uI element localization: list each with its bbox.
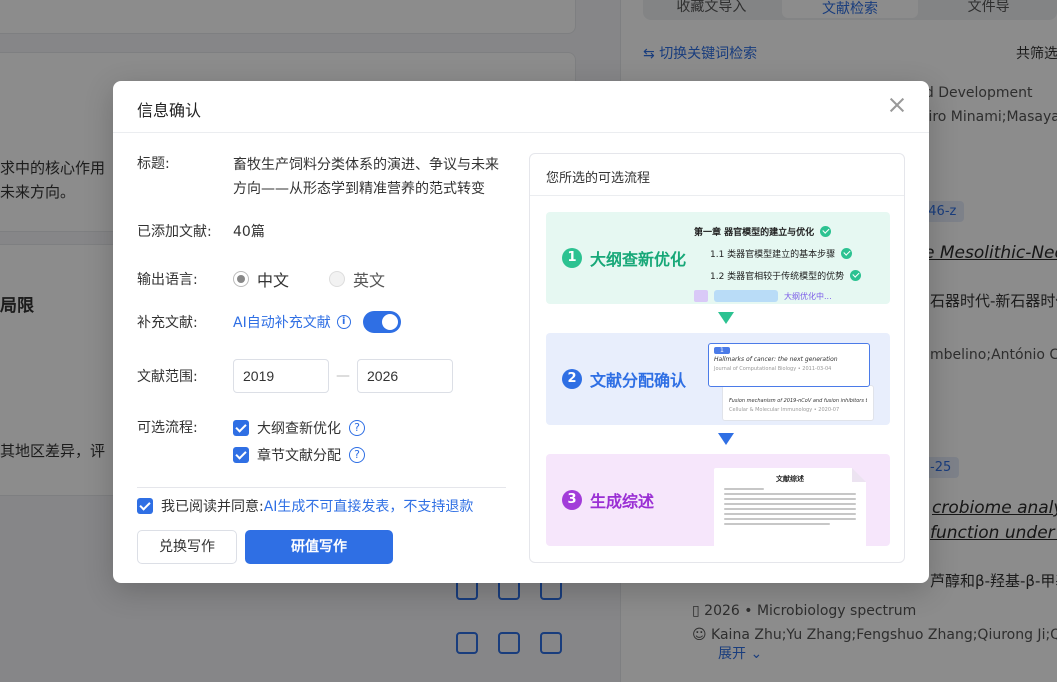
title-label: 标题: <box>137 156 170 172</box>
step-name: 生成综述 <box>590 492 655 511</box>
ai-optimizing-text: 大纲优化中... <box>784 291 832 301</box>
agree-prefix: 我已阅读并同意: <box>161 499 264 515</box>
title-row: 标题: 畜牧生产饲料分类体系的演进、争议与未来方向——从形态学到精准营养的范式转… <box>137 153 505 201</box>
step-number: 1 <box>562 248 582 268</box>
outline-preview: 第一章 器官模型的建立与优化 1.1 类器官模型建立的基本步骤 1.2 类器官相… <box>694 220 884 304</box>
flow-step-3: 3 生成综述 文献综述 <box>546 454 890 546</box>
ai-supplement-toggle[interactable] <box>362 311 401 333</box>
radio-chinese[interactable]: 中文 <box>233 267 289 291</box>
step-number: 2 <box>562 369 582 389</box>
outline-section: 1.1 类器官模型建立的基本步骤 <box>694 242 884 264</box>
ai-supplement-label: AI自动补充文献 <box>233 315 331 331</box>
reference-title: Fusion mechanism of 2019-nCoV and fusion… <box>729 398 867 404</box>
title-value: 畜牧生产饲料分类体系的演进、争议与未来方向——从形态学到精准营养的范式转变 <box>233 157 499 197</box>
flow-option-allocation: 章节文献分配 ? <box>233 444 365 466</box>
close-icon[interactable] <box>887 95 907 115</box>
divider <box>137 487 506 488</box>
output-language-row: 输出语言: 中文 英文 <box>137 267 385 291</box>
dialog-header: 信息确认 <box>113 81 929 133</box>
redeem-write-button[interactable]: 兑换写作 <box>137 530 237 564</box>
placeholder-block <box>694 290 708 302</box>
text-line <box>724 488 764 490</box>
agreement-row: 我已阅读并同意: AI生成不可直接发表，不支持退款 <box>137 496 473 516</box>
outline-section-text: 1.2 类器官相较于传统模型的优势 <box>710 271 845 282</box>
reference-meta: Cellular & Molecular Immunology • 2020-0… <box>729 407 840 413</box>
help-icon[interactable]: ? <box>349 420 365 436</box>
arrow-down-icon <box>718 312 734 324</box>
text-line <box>724 503 856 505</box>
range-separator: — <box>336 368 350 384</box>
flow-panel-title: 您所选的可选流程 <box>530 154 904 196</box>
agreement-link[interactable]: AI生成不可直接发表，不支持退款 <box>264 496 474 516</box>
added-label: 已添加文献: <box>137 224 212 240</box>
radio-english[interactable]: 英文 <box>329 267 385 291</box>
review-document-preview: 文献综述 <box>714 468 866 546</box>
text-line <box>724 508 856 510</box>
reference-title: Hallmarks of cancer: the next generation <box>714 356 838 363</box>
flow-option-label: 大纲查新优化 <box>257 421 341 437</box>
step-number: 3 <box>562 490 582 510</box>
range-row: 文献范围: — <box>137 359 453 393</box>
radio-dot <box>233 271 249 287</box>
optional-flow-row: 可选流程: 大纲查新优化 ? 章节文献分配 ? <box>137 417 365 471</box>
placeholder-bar <box>714 290 778 302</box>
review-doc-title: 文献综述 <box>776 475 804 483</box>
supplement-row: 补充文献: AI自动补充文献 i <box>137 311 401 333</box>
ai-supplement: AI自动补充文献 i <box>233 312 351 332</box>
year-from-input[interactable] <box>233 359 329 393</box>
year-to-input[interactable] <box>357 359 453 393</box>
added-row: 已添加文献: 40篇 <box>137 221 265 243</box>
research-write-button[interactable]: 研值写作 <box>245 530 393 564</box>
text-line <box>724 498 856 500</box>
text-line <box>724 523 830 525</box>
info-icon[interactable]: i <box>336 315 351 329</box>
flow-option-outline: 大纲查新优化 ? <box>233 417 365 439</box>
language-radio-group: 中文 英文 <box>233 267 385 291</box>
lang-label: 输出语言: <box>137 272 198 288</box>
radio-english-label: 英文 <box>353 271 386 290</box>
text-line <box>724 513 856 515</box>
arrow-down-icon <box>718 433 734 445</box>
range-label: 文献范围: <box>137 369 198 385</box>
help-icon[interactable]: ? <box>349 447 365 463</box>
flow-step-2: 2 文献分配确认 Fusion mechanism of 2019-nCoV a… <box>546 333 890 425</box>
flow-label: 可选流程: <box>137 420 198 436</box>
reference-tag: 1 <box>714 347 730 354</box>
reference-card-selected: 1 Hallmarks of cancer: the next generati… <box>708 343 870 387</box>
outline-section-text: 1.1 类器官模型建立的基本步骤 <box>710 249 836 260</box>
supp-label: 补充文献: <box>137 315 198 331</box>
outline-section: 1.2 类器官相较于传统模型的优势 <box>694 264 884 286</box>
ai-optimizing-bar: 大纲优化中... <box>694 288 884 304</box>
outline-chapter-text: 第一章 器官模型的建立与优化 <box>694 227 815 238</box>
reference-meta: Journal of Computational Biology • 2011-… <box>714 366 832 372</box>
radio-chinese-label: 中文 <box>257 271 290 290</box>
text-line <box>724 493 856 495</box>
check-icon <box>850 269 862 281</box>
dialog-title: 信息确认 <box>137 101 202 120</box>
flow-option-label: 章节文献分配 <box>257 448 341 464</box>
step-name: 文献分配确认 <box>590 371 687 390</box>
agree-checkbox[interactable] <box>137 498 153 514</box>
flow-step-1: 1 大纲查新优化 第一章 器官模型的建立与优化 1.1 类器官模型建立的基本步骤… <box>546 212 890 304</box>
check-icon <box>820 225 832 237</box>
selected-flow-panel: 您所选的可选流程 1 大纲查新优化 第一章 器官模型的建立与优化 1.1 类器官… <box>529 153 905 563</box>
info-confirm-dialog: 信息确认 标题: 畜牧生产饲料分类体系的演进、争议与未来方向——从形态学到精准营… <box>113 81 929 583</box>
outline-chapter: 第一章 器官模型的建立与优化 <box>694 220 884 242</box>
outline-optimize-checkbox[interactable] <box>233 420 249 436</box>
chapter-allocation-checkbox[interactable] <box>233 447 249 463</box>
radio-dot <box>329 271 346 287</box>
added-count: 40篇 <box>233 224 265 240</box>
check-icon <box>841 247 853 259</box>
reference-card: Fusion mechanism of 2019-nCoV and fusion… <box>722 385 874 421</box>
text-line <box>724 518 856 520</box>
flow-checkbox-group: 大纲查新优化 ? 章节文献分配 ? <box>233 417 365 471</box>
step-name: 大纲查新优化 <box>590 250 687 269</box>
